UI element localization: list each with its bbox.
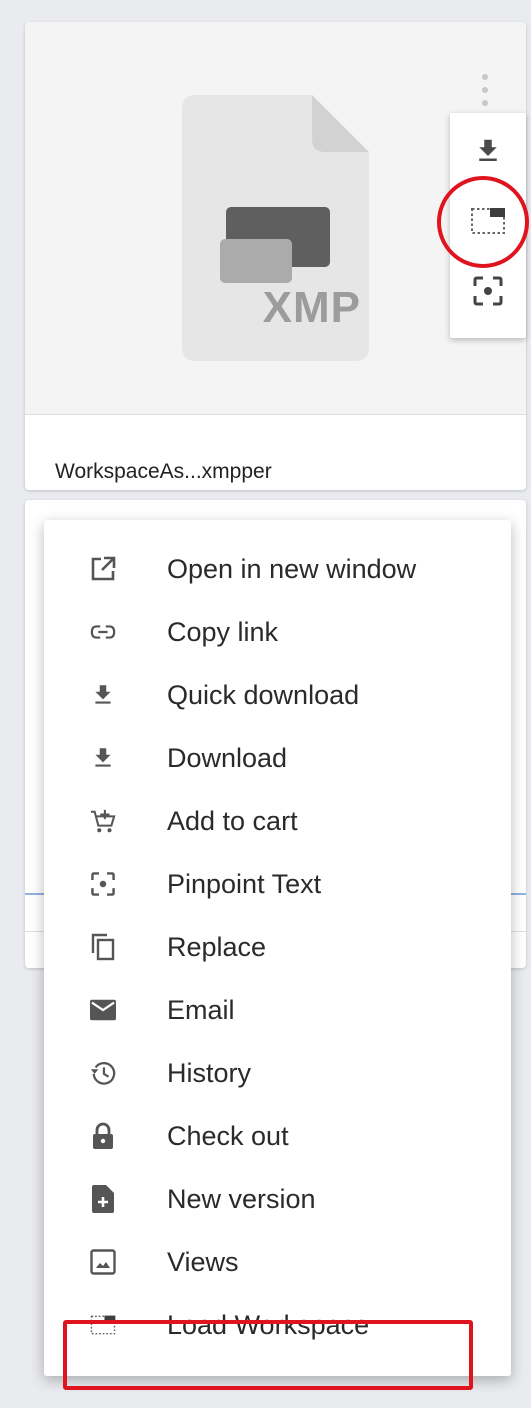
download-icon (479, 139, 497, 161)
open-external-icon (90, 556, 116, 582)
menu-item-replace[interactable]: Replace (44, 916, 511, 979)
link-icon (90, 619, 116, 645)
quick-download-button[interactable] (468, 131, 508, 171)
pinpoint-quick-button[interactable] (468, 271, 508, 311)
download-icon (90, 745, 116, 771)
context-menu: Open in new window Copy link Quick downl… (44, 520, 511, 1376)
highlight-rect-annotation (63, 1320, 473, 1390)
kebab-menu-icon[interactable] (478, 72, 492, 112)
menu-item-email[interactable]: Email (44, 979, 511, 1042)
file-extension: XMP (262, 283, 361, 332)
lock-icon (90, 1122, 116, 1149)
replace-icon (90, 933, 116, 960)
menu-item-pinpoint-text[interactable]: Pinpoint Text (44, 853, 511, 916)
menu-item-download[interactable]: Download (44, 727, 511, 790)
menu-item-open-new-window[interactable]: Open in new window (44, 538, 511, 601)
highlight-circle-annotation (437, 176, 529, 268)
file-xmp-icon: XMP (182, 95, 369, 361)
add-cart-icon (90, 808, 116, 834)
menu-item-history[interactable]: History (44, 1042, 511, 1105)
menu-item-add-to-cart[interactable]: Add to cart (44, 790, 511, 853)
email-icon (90, 997, 116, 1023)
menu-item-views[interactable]: Views (44, 1231, 511, 1294)
pinpoint-icon (90, 871, 116, 897)
new-version-icon (90, 1184, 116, 1213)
asset-filename[interactable]: WorkspaceAs...xmpper (55, 460, 272, 484)
menu-item-copy-link[interactable]: Copy link (44, 601, 511, 664)
menu-item-quick-download[interactable]: Quick download (44, 664, 511, 727)
pinpoint-icon (473, 276, 503, 306)
download-icon (90, 682, 116, 708)
menu-item-check-out[interactable]: Check out (44, 1105, 511, 1168)
image-icon (90, 1248, 116, 1275)
menu-item-new-version[interactable]: New version (44, 1168, 511, 1231)
history-icon (90, 1060, 116, 1086)
